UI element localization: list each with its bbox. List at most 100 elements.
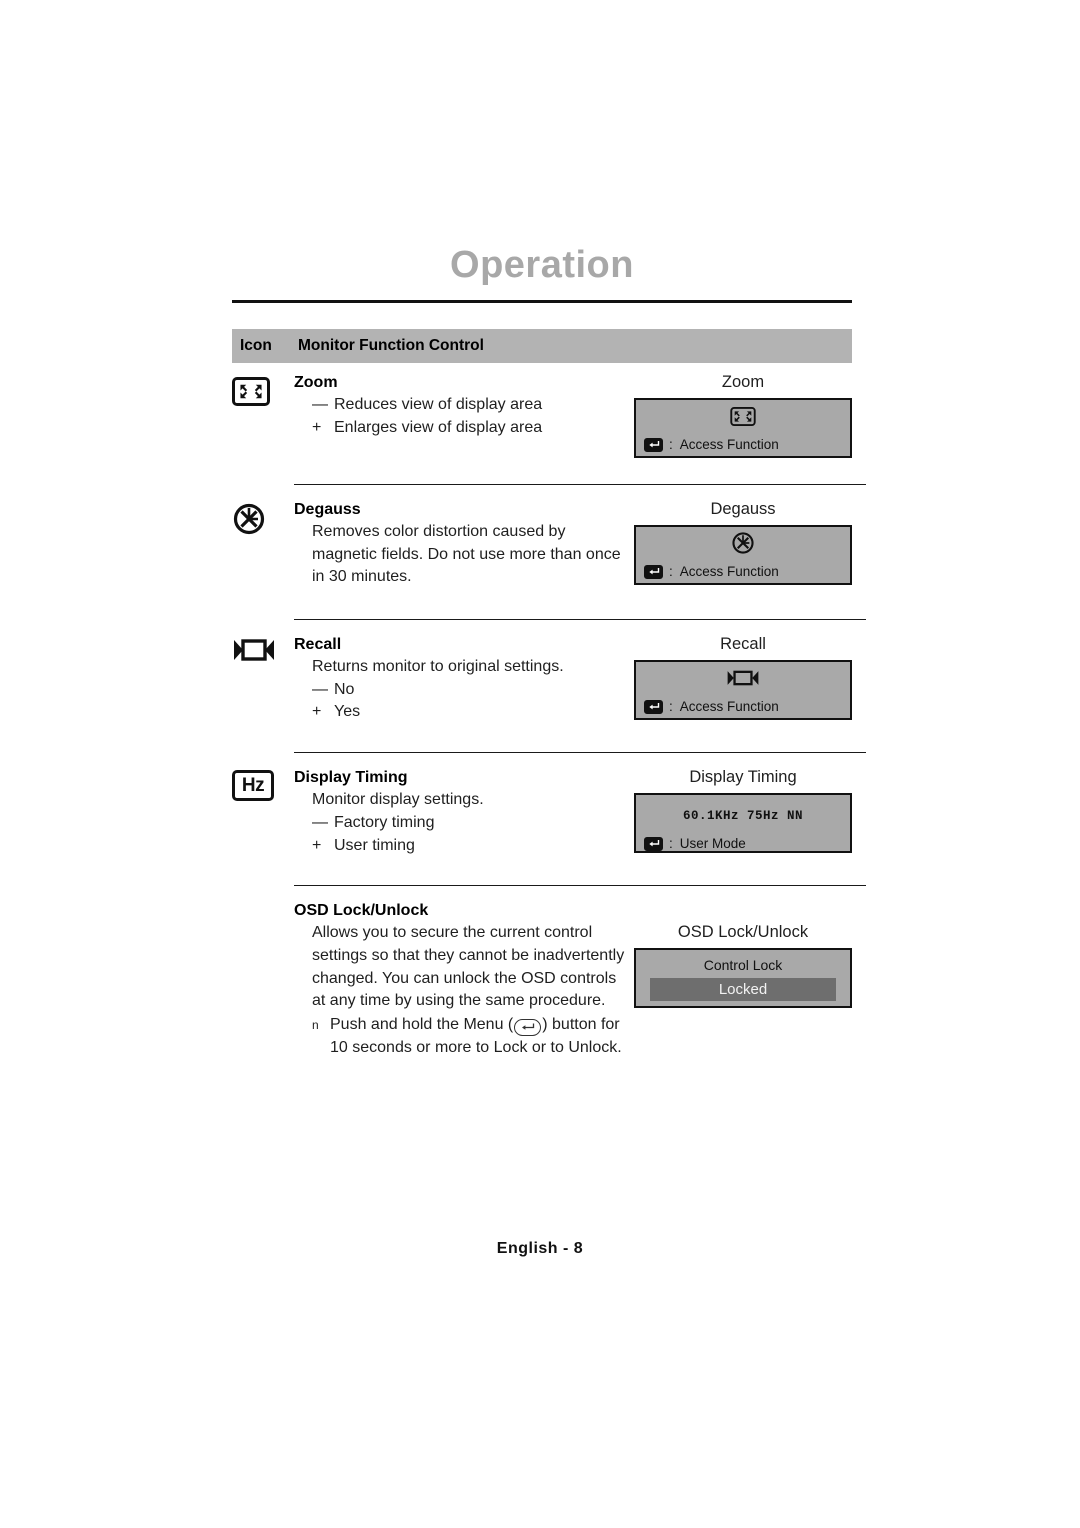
icon-cell: Hz: [232, 758, 294, 857]
osd-caption: Display Timing: [689, 768, 797, 787]
osd-cell: Degauss: Access Function: [634, 490, 852, 589]
function-body: Removes color distortion caused by magne…: [294, 521, 630, 589]
zoom-icon: [232, 377, 270, 406]
osd-cell: Display Timing 60.1KHz 75Hz NN : User Mo…: [634, 758, 852, 857]
option-text: Reduces view of display area: [334, 396, 543, 413]
option-sign: +: [312, 836, 322, 854]
option-sign: +: [312, 703, 322, 721]
function-title: Degauss: [294, 500, 361, 518]
option-sign: +: [312, 418, 322, 436]
option-text: No: [334, 680, 355, 698]
menu-key-icon: [514, 1018, 542, 1036]
text-cell: Recall Returns monitor to original setti…: [294, 625, 634, 724]
osd-preview: 60.1KHz 75Hz NN : User Mode: [634, 792, 852, 853]
osd-caption: Recall: [720, 634, 766, 653]
page-footer: English - 8: [496, 1240, 584, 1257]
osd-preview: : Access Function: [634, 397, 852, 458]
osd-symbol: [636, 400, 850, 433]
osd-symbol: [636, 662, 850, 695]
option-sign: —: [312, 396, 328, 413]
hz-icon: Hz: [232, 770, 274, 802]
bullet-text-after: ): [542, 1016, 548, 1034]
function-description: Returns monitor to original settings.: [312, 657, 564, 675]
osd-cell: Zoom: Access Function: [634, 369, 852, 458]
text-cell: Zoom — Reduces view of display area + En…: [294, 369, 634, 458]
icon-cell: [232, 891, 294, 1059]
osd-colon: :: [669, 699, 673, 715]
osd-footer: : Access Function: [636, 433, 850, 457]
function-body: Monitor display settings. — Factory timi…: [294, 789, 630, 857]
option-sign: —: [312, 813, 328, 831]
option-row: + Enlarges view of display area: [312, 417, 630, 440]
function-title: Zoom: [294, 374, 338, 391]
table-header: Icon Monitor Function Control: [232, 329, 852, 363]
osd-preview: Control Lock Locked: [634, 948, 852, 1009]
degauss-icon: [232, 502, 294, 536]
text-cell: OSD Lock/Unlock Allows you to secure the…: [294, 891, 634, 1059]
recall-icon: [232, 637, 294, 663]
bullet-text: Push and hold the Menu () button for 10 …: [330, 1014, 630, 1059]
osd-colon: :: [669, 437, 673, 453]
option-row: — No: [312, 679, 630, 702]
function-title: Recall: [294, 635, 342, 653]
enter-key-icon: [644, 564, 663, 579]
option-row: — Reduces view of display area: [312, 394, 630, 417]
function-body: Allows you to secure the current control…: [294, 922, 630, 1059]
table-row-recall: Recall Returns monitor to original setti…: [232, 618, 866, 724]
osd-colon: :: [669, 836, 673, 852]
table-header-label-column: Monitor Function Control: [298, 337, 484, 354]
osd-timing-value: 60.1KHz 75Hz NN: [682, 808, 804, 823]
osd-colon: :: [669, 564, 673, 580]
osd-cell: Recall: Access Function: [634, 625, 852, 724]
function-title: OSD Lock/Unlock: [294, 902, 429, 920]
table-row-zoom: Zoom — Reduces view of display area + En…: [232, 363, 852, 458]
option-text: User timing: [334, 836, 415, 854]
table-row-degauss: Degauss Removes color distortion caused …: [232, 483, 866, 589]
function-description: Monitor display settings.: [312, 791, 484, 809]
osd-action-label: Access Function: [679, 564, 779, 580]
table-row-osd-lock-unlock: OSD Lock/Unlock Allows you to secure the…: [232, 885, 866, 1059]
bullet-text-before: Push and hold the Menu (: [330, 1016, 514, 1034]
function-description: Allows you to secure the current control…: [312, 924, 625, 1010]
text-cell: Display Timing Monitor display settings.…: [294, 758, 634, 857]
function-body: Returns monitor to original settings. — …: [294, 656, 630, 724]
bullet-marker: n: [312, 1018, 319, 1033]
option-text: Factory timing: [334, 813, 435, 831]
osd-preview: : Access Function: [634, 659, 852, 720]
text-cell: Degauss Removes color distortion caused …: [294, 490, 634, 589]
osd-preview: : Access Function: [634, 524, 852, 585]
enter-key-icon: [644, 836, 663, 851]
page-content: Operation Icon Monitor Function Control: [232, 244, 866, 1060]
title-rule: [232, 300, 852, 303]
table-row-display-timing: Hz Display Timing Monitor display settin…: [232, 752, 866, 857]
osd-cell: OSD Lock/Unlock Control Lock Locked: [634, 891, 852, 1059]
osd-action-label: Access Function: [679, 699, 779, 715]
icon-cell: [232, 625, 294, 724]
enter-key-icon: [644, 437, 663, 452]
table-header-icon-column: Icon: [240, 337, 272, 354]
function-description: Removes color distortion caused by magne…: [312, 522, 621, 586]
osd-caption: Degauss: [710, 499, 776, 518]
osd-lock-state: Locked: [650, 978, 836, 1002]
option-text: Enlarges view of display area: [334, 418, 543, 436]
icon-cell: [232, 369, 294, 458]
option-row: + User timing: [312, 835, 630, 858]
option-sign: —: [312, 680, 328, 698]
option-row: — Factory timing: [312, 812, 630, 835]
osd-symbol: [636, 527, 850, 560]
osd-footer: : Access Function: [636, 560, 850, 584]
osd-control-lock-label: Control Lock: [703, 957, 783, 974]
osd-caption: OSD Lock/Unlock: [677, 923, 809, 942]
osd-action-label: Access Function: [679, 437, 779, 453]
bullet-item: n Push and hold the Menu () button for 1…: [312, 1014, 630, 1059]
icon-cell: [232, 490, 294, 589]
manual-page: Operation Icon Monitor Function Control: [0, 0, 1080, 1528]
enter-key-icon: [644, 699, 663, 714]
osd-footer: : Access Function: [636, 695, 850, 719]
osd-caption: Zoom: [721, 373, 765, 391]
function-title: Display Timing: [294, 769, 408, 787]
osd-action-label: User Mode: [679, 836, 746, 852]
page-title: Operation: [450, 244, 634, 286]
option-row: + Yes: [312, 701, 630, 724]
option-text: Yes: [334, 703, 361, 721]
